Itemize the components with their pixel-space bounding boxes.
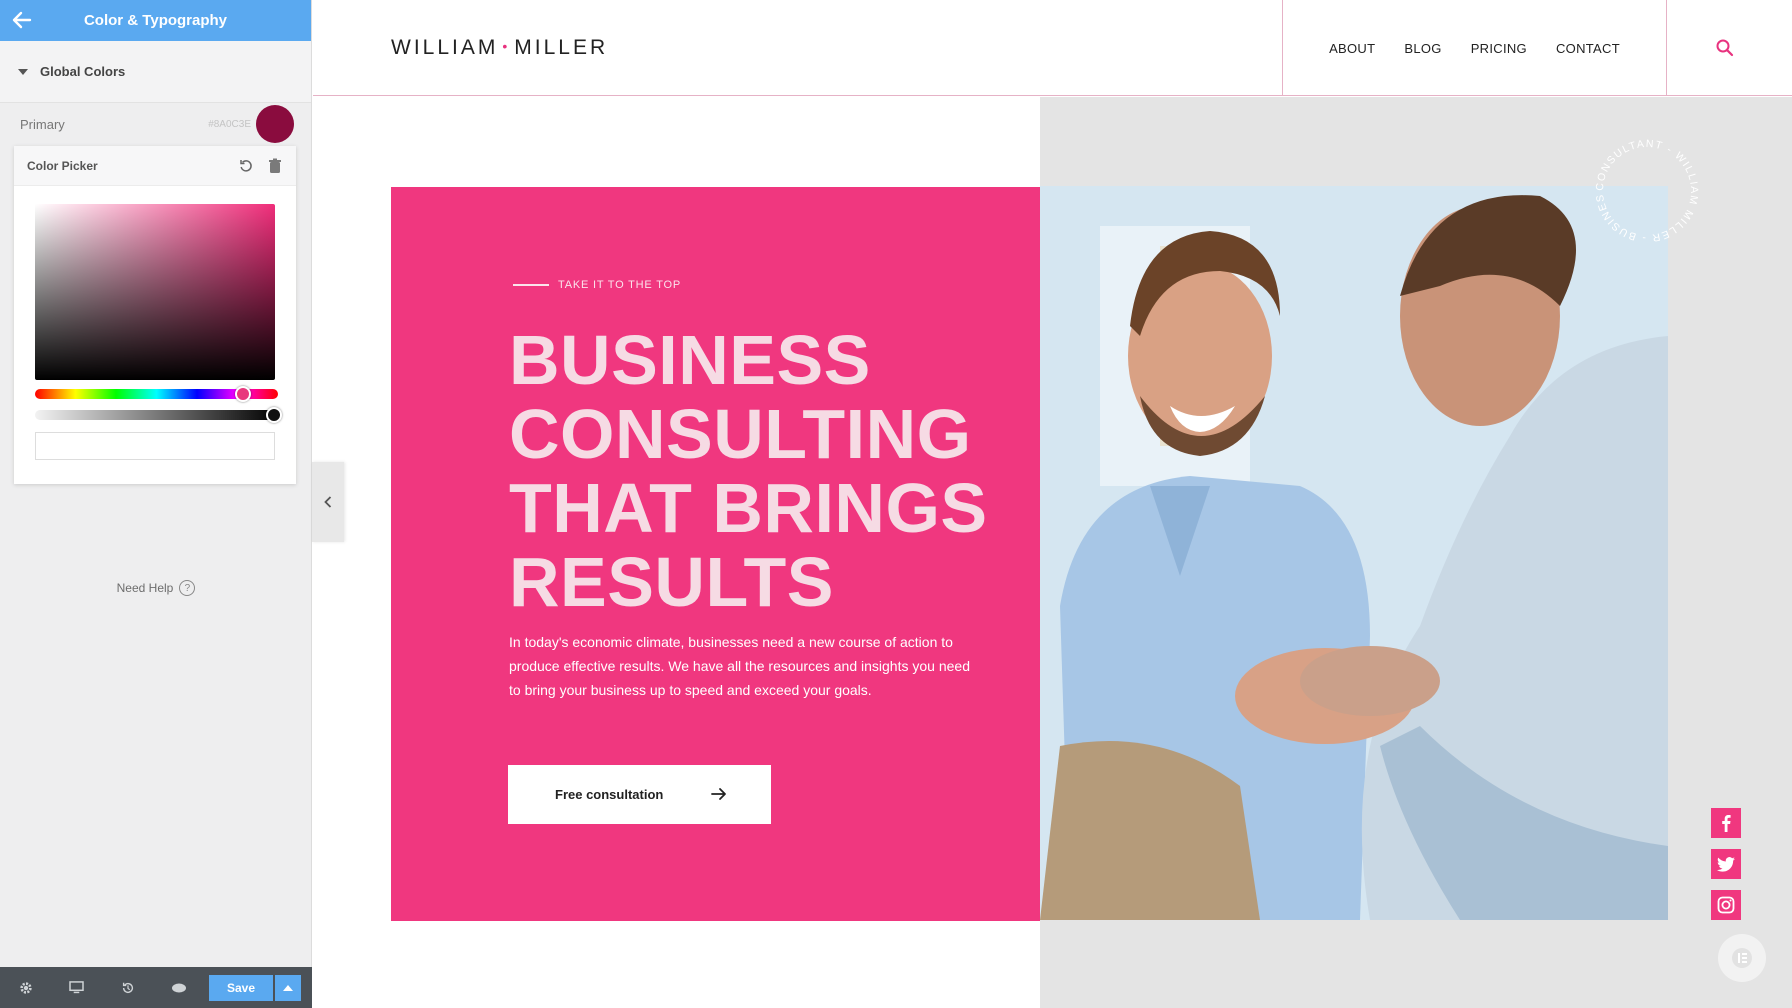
primary-color-swatch[interactable] (256, 105, 294, 143)
alpha-slider-handle[interactable] (266, 407, 282, 423)
desktop-icon (69, 981, 84, 994)
panel-header: Color & Typography (0, 0, 311, 41)
need-help-label: Need Help (116, 581, 174, 595)
arrow-right-icon (711, 788, 726, 800)
color-picker-label: Color Picker (27, 158, 98, 173)
panel-footer: Save (0, 967, 312, 1008)
logo-text-second: MILLER (514, 36, 609, 59)
consultant-badge: CONSULTANT - WILLIAM MILLER - BUSINESS (1592, 136, 1700, 244)
color-picker-card: Color Picker (14, 146, 296, 484)
save-options-button[interactable] (275, 975, 301, 1001)
global-colors-label: Global Colors (40, 64, 126, 79)
preview-button[interactable] (153, 967, 204, 1008)
eyebrow-text: TAKE IT TO THE TOP (558, 279, 682, 291)
instagram-icon (1717, 896, 1735, 914)
logo-dot: • (502, 38, 511, 54)
responsive-mode-button[interactable] (51, 967, 102, 1008)
caret-down-icon (18, 68, 28, 75)
settings-button[interactable] (0, 967, 51, 1008)
main-nav: ABOUT BLOG PRICING CONTACT (1282, 0, 1667, 96)
nav-blog[interactable]: BLOG (1404, 41, 1441, 56)
instagram-link[interactable] (1711, 890, 1741, 920)
back-arrow-icon[interactable] (10, 8, 34, 32)
hero-headline: BUSINESS CONSULTING THAT BRINGS RESULTS (509, 323, 1029, 619)
elementor-logo-icon (1732, 948, 1752, 968)
primary-label: Primary (20, 116, 65, 132)
hex-input[interactable] (35, 432, 275, 460)
facebook-icon (1722, 815, 1731, 832)
eyebrow-line (513, 284, 549, 286)
free-consultation-button[interactable]: Free consultation (508, 765, 771, 824)
help-icon: ? (179, 580, 196, 596)
primary-color-row: Primary #8A0C3E (0, 103, 311, 145)
chevron-up-icon (283, 985, 293, 991)
logo-text-first: WILLIAM (391, 36, 499, 59)
twitter-link[interactable] (1711, 849, 1741, 879)
global-colors-toggle[interactable]: Global Colors (0, 41, 311, 103)
eye-icon (171, 983, 186, 992)
gear-icon (19, 981, 32, 994)
editor-panel: Color & Typography Global Colors Primary… (0, 0, 312, 1008)
site-logo[interactable]: WILLIAM • MILLER (391, 36, 608, 60)
trash-icon[interactable] (268, 158, 282, 174)
search-icon[interactable] (1715, 38, 1735, 58)
chevron-left-icon (324, 496, 332, 508)
history-button[interactable] (102, 967, 153, 1008)
svg-text:CONSULTANT - WILLIAM MILLER -: CONSULTANT - WILLIAM MILLER - BUSINESS (1592, 136, 1700, 244)
social-links (1711, 808, 1741, 920)
nav-pricing[interactable]: PRICING (1471, 41, 1527, 56)
twitter-icon (1717, 856, 1735, 872)
hero-card: TAKE IT TO THE TOP BUSINESS CONSULTING T… (391, 187, 1040, 921)
hue-slider[interactable] (35, 386, 278, 402)
headline-line: THAT BRINGS (509, 469, 988, 547)
save-button[interactable]: Save (209, 975, 273, 1001)
cta-label: Free consultation (555, 787, 664, 802)
reset-icon[interactable] (238, 158, 254, 174)
color-picker-header: Color Picker (14, 146, 296, 186)
elementor-button[interactable] (1718, 934, 1766, 982)
handshake-photo-illustration (1040, 186, 1668, 920)
need-help-link[interactable]: Need Help ? (0, 580, 312, 596)
headline-line: RESULTS (509, 543, 834, 621)
facebook-link[interactable] (1711, 808, 1741, 838)
nav-contact[interactable]: CONTACT (1556, 41, 1620, 56)
saturation-area[interactable] (35, 204, 275, 380)
panel-collapse-button[interactable] (312, 462, 344, 542)
hero-eyebrow: TAKE IT TO THE TOP (513, 279, 681, 291)
hero-photo (1040, 186, 1668, 920)
site-header: WILLIAM • MILLER ABOUT BLOG PRICING CONTAC… (313, 0, 1792, 96)
panel-title: Color & Typography (83, 12, 228, 29)
headline-line: CONSULTING (509, 395, 972, 473)
hero-body-text: In today's economic climate, businesses … (509, 634, 970, 698)
nav-about[interactable]: ABOUT (1329, 41, 1375, 56)
hue-slider-handle[interactable] (235, 386, 251, 402)
alpha-slider[interactable] (35, 407, 282, 423)
primary-hex-value: #8A0C3E (208, 118, 251, 130)
headline-line: BUSINESS (509, 321, 871, 399)
badge-text: CONSULTANT - WILLIAM MILLER - BUSINESS (1592, 136, 1699, 244)
history-icon (122, 982, 133, 993)
